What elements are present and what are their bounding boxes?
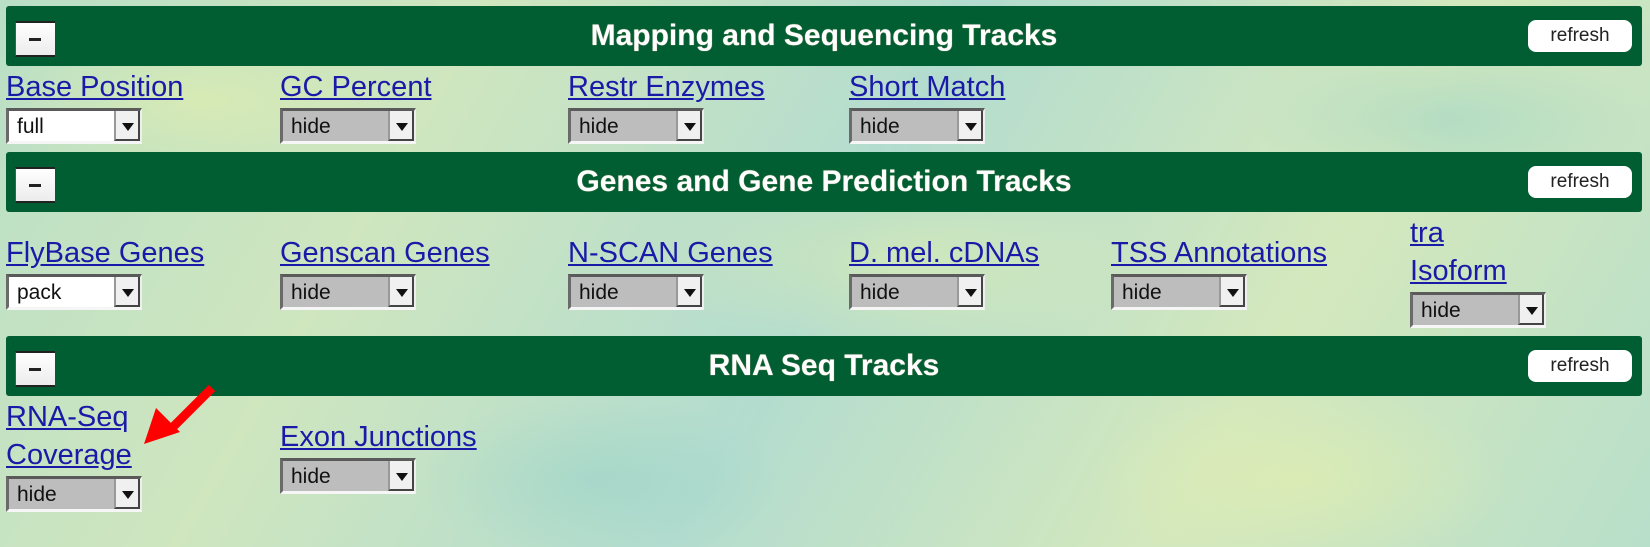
section-title: Mapping and Sequencing Tracks <box>590 19 1058 52</box>
track-tra-isoform: tra Isoform hide <box>1410 214 1546 328</box>
chevron-down-icon <box>957 277 983 307</box>
track-link[interactable]: Short Match <box>849 68 1005 106</box>
refresh-button[interactable]: refresh <box>1528 166 1632 198</box>
track-link[interactable]: Exon Junctions <box>280 418 477 456</box>
section-header-mapping-sequencing: Mapping and Sequencing Tracks refresh <box>6 6 1642 66</box>
visibility-select[interactable]: hide <box>280 458 416 494</box>
visibility-select[interactable]: hide <box>568 274 704 310</box>
section-header-genes: Genes and Gene Prediction Tracks refresh <box>6 152 1642 212</box>
chevron-down-icon <box>676 111 702 141</box>
visibility-select[interactable]: hide <box>849 108 985 144</box>
chevron-down-icon <box>957 111 983 141</box>
track-link[interactable]: FlyBase Genes <box>6 234 204 272</box>
track-link[interactable]: N-SCAN Genes <box>568 234 773 272</box>
track-genscan-genes: Genscan Genes hide <box>280 234 490 310</box>
track-link[interactable]: Restr Enzymes <box>568 68 765 106</box>
track-dmel-cdnas: D. mel. cDNAs hide <box>849 234 1039 310</box>
track-tss-annotations: TSS Annotations hide <box>1111 234 1327 310</box>
red-arrow-icon <box>144 384 216 444</box>
track-link[interactable]: GC Percent <box>280 68 432 106</box>
track-link[interactable]: Isoform <box>1410 252 1507 290</box>
chevron-down-icon <box>1518 295 1544 325</box>
chevron-down-icon <box>1219 277 1245 307</box>
chevron-down-icon <box>388 111 414 141</box>
track-exon-junctions: Exon Junctions hide <box>280 418 477 494</box>
chevron-down-icon <box>114 479 140 509</box>
track-short-match: Short Match hide <box>849 68 1005 144</box>
track-rna-seq-coverage: RNA-Seq Coverage hide <box>6 398 142 512</box>
visibility-select[interactable]: hide <box>1410 292 1546 328</box>
visibility-select[interactable]: hide <box>1111 274 1247 310</box>
track-link[interactable]: TSS Annotations <box>1111 234 1327 272</box>
track-link[interactable]: tra <box>1410 214 1444 252</box>
chevron-down-icon <box>388 277 414 307</box>
track-link[interactable]: Coverage <box>6 436 132 474</box>
section-title: Genes and Gene Prediction Tracks <box>576 165 1072 198</box>
chevron-down-icon <box>114 111 140 141</box>
track-base-position: Base Position full <box>6 68 183 144</box>
refresh-button[interactable]: refresh <box>1528 350 1632 382</box>
section-header-rna-seq: RNA Seq Tracks refresh <box>6 336 1642 396</box>
track-restr-enzymes: Restr Enzymes hide <box>568 68 765 144</box>
visibility-select[interactable]: pack <box>6 274 142 310</box>
chevron-down-icon <box>114 277 140 307</box>
visibility-select[interactable]: full <box>6 108 142 144</box>
section-title: RNA Seq Tracks <box>708 349 940 382</box>
chevron-down-icon <box>676 277 702 307</box>
track-link[interactable]: Genscan Genes <box>280 234 490 272</box>
visibility-select[interactable]: hide <box>280 108 416 144</box>
chevron-down-icon <box>388 461 414 491</box>
track-nscan-genes: N-SCAN Genes hide <box>568 234 773 310</box>
track-flybase-genes: FlyBase Genes pack <box>6 234 204 310</box>
track-gc-percent: GC Percent hide <box>280 68 432 144</box>
visibility-select[interactable]: hide <box>6 476 142 512</box>
track-link[interactable]: Base Position <box>6 68 183 106</box>
track-link[interactable]: RNA-Seq <box>6 398 129 436</box>
visibility-select[interactable]: hide <box>280 274 416 310</box>
track-link[interactable]: D. mel. cDNAs <box>849 234 1039 272</box>
visibility-select[interactable]: hide <box>568 108 704 144</box>
visibility-select[interactable]: hide <box>849 274 985 310</box>
refresh-button[interactable]: refresh <box>1528 20 1632 52</box>
